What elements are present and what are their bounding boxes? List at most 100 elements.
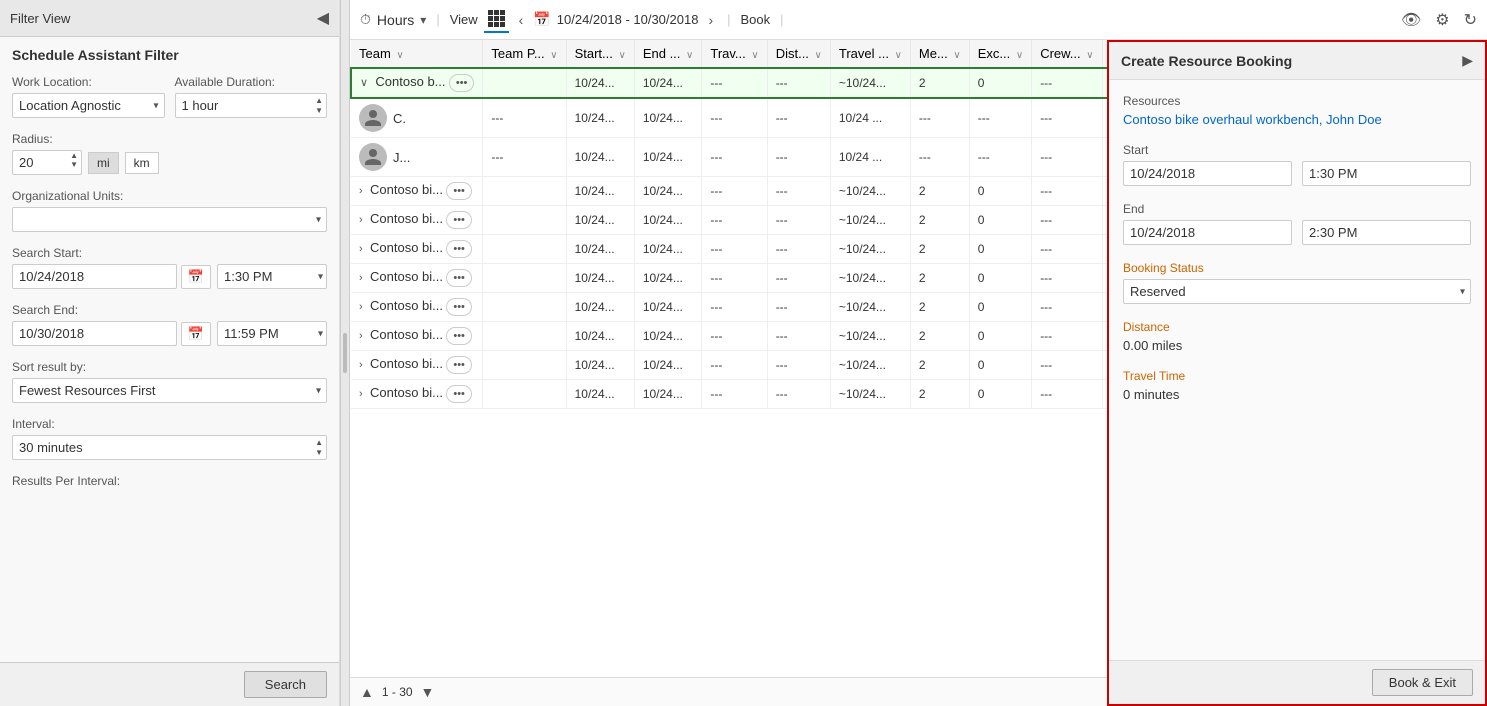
table-row[interactable]: › Contoso bi... ••• 10/24... 10/24... --…	[351, 264, 1107, 293]
available-duration-select[interactable]: 1 hour	[175, 93, 328, 118]
col-me[interactable]: Me... ∨	[910, 40, 969, 68]
col-team[interactable]: Team ∨	[351, 40, 483, 68]
teamP-cell	[483, 68, 566, 98]
duration-down-button[interactable]: ▼	[315, 106, 323, 116]
work-location-select[interactable]: Location Agnostic	[12, 93, 165, 118]
expand-icon[interactable]: ›	[359, 301, 363, 313]
team-sort-icon: ∨	[396, 50, 403, 61]
col-team-p[interactable]: Team P... ∨	[483, 40, 566, 68]
teamP-cell	[483, 322, 566, 351]
collapse-panel-button[interactable]: ◀	[317, 8, 329, 28]
start-date-input[interactable]	[1123, 161, 1292, 186]
search-start-label: Search Start:	[12, 246, 327, 260]
col-requir[interactable]: Requir... ∨	[1102, 40, 1107, 68]
resources-value[interactable]: Contoso bike overhaul workbench, John Do…	[1123, 112, 1471, 127]
content-area: Team ∨ Team P... ∨ Start... ∨ End ... ∨ …	[350, 40, 1487, 706]
end-cell: 10/24...	[634, 322, 702, 351]
expand-icon[interactable]: ∨	[360, 77, 368, 89]
booking-status-select[interactable]: Reserved Committed Cancelled	[1123, 279, 1471, 304]
search-end-date-input[interactable]	[12, 321, 177, 346]
row-options-button[interactable]: •••	[446, 298, 472, 316]
book-exit-button[interactable]: Book & Exit	[1372, 669, 1473, 696]
row-options-button[interactable]: •••	[446, 356, 472, 374]
col-travel-time[interactable]: Travel ... ∨	[830, 40, 910, 68]
col-crew[interactable]: Crew... ∨	[1032, 40, 1102, 68]
child-trav-cell: ---	[702, 98, 767, 138]
sort-by-select[interactable]: Fewest Resources First	[12, 378, 327, 403]
unit-km-button[interactable]: km	[125, 152, 159, 174]
col-dist[interactable]: Dist... ∨	[767, 40, 830, 68]
child-team-cell: J...	[351, 138, 483, 177]
row-options-button[interactable]: •••	[446, 240, 472, 258]
row-options-button[interactable]: •••	[446, 327, 472, 345]
exc-cell: 0	[969, 206, 1031, 235]
prev-date-button[interactable]: ‹	[515, 10, 528, 30]
table-container[interactable]: Team ∨ Team P... ∨ Start... ∨ End ... ∨ …	[350, 40, 1107, 677]
interval-select[interactable]: 30 minutes	[12, 435, 327, 460]
start-time-input[interactable]	[1302, 161, 1471, 186]
expand-icon[interactable]: ›	[359, 359, 363, 371]
row-options-button[interactable]: •••	[449, 74, 475, 92]
search-start-calendar-button[interactable]: 📅	[181, 265, 211, 289]
interval-wrapper: 30 minutes ▲ ▼	[12, 435, 327, 460]
search-button[interactable]: Search	[244, 671, 327, 698]
duration-up-button[interactable]: ▲	[315, 96, 323, 106]
settings-icon[interactable]: ⚙	[1435, 10, 1449, 30]
hours-dropdown-icon[interactable]: ▾	[420, 13, 426, 27]
page-down-button[interactable]: ▼	[421, 684, 435, 700]
table-row[interactable]: › Contoso bi... ••• 10/24... 10/24... --…	[351, 322, 1107, 351]
row-options-button[interactable]: •••	[446, 269, 472, 287]
right-panel-body: Resources Contoso bike overhaul workbenc…	[1109, 80, 1485, 660]
search-start-time-select[interactable]: 1:30 PM	[217, 264, 327, 289]
search-start-date-input[interactable]	[12, 264, 177, 289]
table-row[interactable]: › Contoso bi... ••• 10/24... 10/24... --…	[351, 293, 1107, 322]
expand-icon[interactable]: ›	[359, 272, 363, 284]
table-row[interactable]: › Contoso bi... ••• 10/24... 10/24... --…	[351, 177, 1107, 206]
eye-icon[interactable]: 👁	[1401, 10, 1421, 30]
table-row[interactable]: › Contoso bi... ••• 10/24... 10/24... --…	[351, 235, 1107, 264]
book-button[interactable]: Book	[741, 12, 771, 27]
view-button[interactable]: View	[450, 12, 478, 27]
end-time-input[interactable]	[1302, 220, 1471, 245]
next-date-button[interactable]: ›	[704, 10, 717, 30]
table-row[interactable]: › Contoso bi... ••• 10/24... 10/24... --…	[351, 380, 1107, 409]
page-up-button[interactable]: ▲	[360, 684, 374, 700]
expand-icon[interactable]: ›	[359, 185, 363, 197]
expand-icon[interactable]: ›	[359, 330, 363, 342]
radius-controls: ▲ ▼ mi km	[12, 150, 327, 175]
end-row	[1123, 220, 1471, 245]
team-name: Contoso bi...	[370, 240, 443, 255]
radius-down-button[interactable]: ▼	[68, 160, 80, 169]
table-row[interactable]: › Contoso bi... ••• 10/24... 10/24... --…	[351, 351, 1107, 380]
col-exc[interactable]: Exc... ∨	[969, 40, 1031, 68]
table-row[interactable]: › Contoso bi... ••• 10/24... 10/24... --…	[351, 206, 1107, 235]
expand-icon[interactable]: ›	[359, 388, 363, 400]
refresh-icon[interactable]: ↻	[1464, 10, 1477, 30]
col-end[interactable]: End ... ∨	[634, 40, 702, 68]
booking-status-label: Booking Status	[1123, 261, 1471, 275]
interval-up-button[interactable]: ▲	[315, 438, 323, 448]
crew-cell: ---	[1032, 264, 1102, 293]
expand-icon[interactable]: ›	[359, 243, 363, 255]
radius-up-button[interactable]: ▲	[68, 151, 80, 160]
org-units-select[interactable]	[12, 207, 327, 232]
row-options-button[interactable]: •••	[446, 182, 472, 200]
row-options-button[interactable]: •••	[446, 211, 472, 229]
search-end-time-select[interactable]: 11:59 PM	[217, 321, 327, 346]
expand-icon[interactable]: ›	[359, 214, 363, 226]
right-panel-expand-button[interactable]: ▶	[1462, 52, 1473, 69]
row-options-button[interactable]: •••	[446, 385, 472, 403]
panel-resize-handle[interactable]	[340, 0, 350, 706]
col-trav[interactable]: Trav... ∨	[702, 40, 767, 68]
team-cell: ∨ Contoso b... •••	[351, 68, 483, 98]
search-end-calendar-button[interactable]: 📅	[181, 322, 211, 346]
interval-down-button[interactable]: ▼	[315, 448, 323, 458]
col-start[interactable]: Start... ∨	[566, 40, 634, 68]
trav-cell: ---	[702, 68, 767, 98]
table-row[interactable]: ∨ Contoso b... ••• 10/24... 10/24... ---…	[351, 68, 1107, 98]
end-cell: 10/24...	[634, 351, 702, 380]
unit-mi-button[interactable]: mi	[88, 152, 119, 174]
grid-view-button[interactable]	[484, 6, 509, 33]
org-units-row: Organizational Units: ▾	[12, 189, 327, 232]
end-date-input[interactable]	[1123, 220, 1292, 245]
